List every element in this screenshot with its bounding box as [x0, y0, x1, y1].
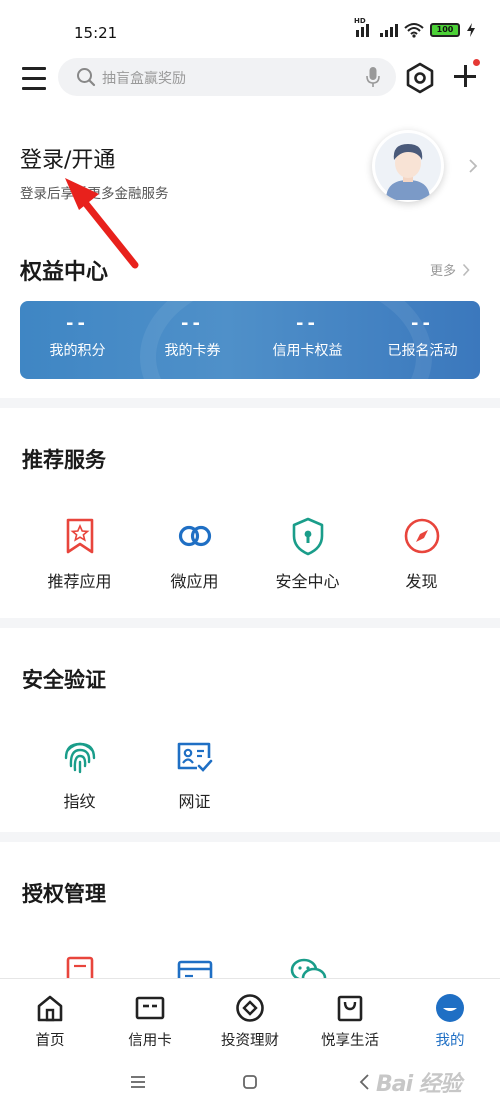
nav-label: 首页 [35, 1033, 65, 1049]
credit-card-icon [135, 996, 165, 1020]
search-input[interactable]: 抽盲盒赢奖励 [58, 58, 396, 96]
shield-lock-icon [292, 517, 323, 556]
compass-icon [404, 518, 439, 554]
authorization-section: 授权管理 [0, 842, 500, 978]
nav-label: 我的 [435, 1033, 465, 1049]
profile-section: 登录/开通 登录后享受更多金融服务 权益中心 更多 -- 我的积分 -- 我的卡… [0, 110, 500, 398]
auth-document-item[interactable] [22, 954, 137, 978]
profile-active-icon [436, 994, 464, 1022]
network-id-item[interactable]: 网证 [137, 736, 252, 812]
hamburger-menu-icon[interactable] [22, 67, 48, 91]
home-icon [37, 995, 63, 1022]
investment-icon [236, 994, 264, 1022]
nav-credit-card[interactable]: 信用卡 [100, 979, 200, 1058]
fingerprint-item[interactable]: 指纹 [22, 736, 137, 812]
status-bar: 15:21 HD 100 [0, 0, 500, 50]
top-bar: 抽盲盒赢奖励 [0, 50, 500, 110]
security-center-item[interactable]: 安全中心 [250, 516, 365, 592]
grid-label: 推荐应用 [47, 572, 112, 591]
benefit-points[interactable]: -- 我的积分 [20, 301, 135, 379]
more-link[interactable]: 更多 [430, 260, 470, 279]
recent-apps-icon[interactable] [130, 1074, 146, 1090]
wechat-icon [290, 958, 326, 978]
security-section: 安全验证 指纹 网证 [0, 628, 500, 832]
status-icons: HD 100 [354, 17, 476, 38]
benefit-credit-card-rights[interactable]: -- 信用卡权益 [250, 301, 365, 379]
section-title: 授权管理 [22, 882, 106, 906]
hd-badge: HD [354, 17, 366, 25]
nav-label: 投资理财 [221, 1033, 279, 1049]
user-avatar-icon[interactable] [372, 130, 444, 202]
signal-icon: HD [354, 17, 374, 37]
login-open-link[interactable]: 登录/开通 [20, 142, 115, 174]
document-icon [66, 956, 93, 978]
benefit-label: 信用卡权益 [272, 343, 343, 359]
grid-label: 发现 [405, 572, 438, 591]
section-title: 安全验证 [22, 668, 106, 692]
battery-indicator: 100 [430, 23, 460, 37]
benefit-value: -- [411, 313, 434, 334]
nav-label: 信用卡 [128, 1033, 172, 1049]
id-card-check-icon [177, 742, 212, 772]
baidu-watermark: Bai 经验 [376, 1072, 462, 1097]
wifi-icon [404, 23, 424, 38]
status-time: 15:21 [74, 24, 118, 42]
link-rings-icon [178, 525, 211, 547]
benefit-value: -- [66, 313, 89, 334]
benefit-card: -- 我的积分 -- 我的卡券 -- 信用卡权益 -- 已报名活动 [20, 301, 480, 379]
auth-wechat-item[interactable] [250, 954, 365, 978]
benefit-label: 我的卡券 [164, 343, 221, 359]
nav-investment[interactable]: 投资理财 [200, 979, 300, 1058]
recommended-apps-item[interactable]: 推荐应用 [22, 516, 137, 592]
login-subtitle: 登录后享受更多金融服务 [20, 186, 169, 202]
benefit-registered-events[interactable]: -- 已报名活动 [365, 301, 480, 379]
home-square-icon[interactable] [242, 1074, 258, 1090]
microphone-icon[interactable] [366, 67, 380, 87]
chevron-right-icon[interactable] [468, 158, 478, 174]
chevron-right-icon [462, 263, 470, 276]
grid-label: 指纹 [63, 792, 96, 811]
back-chevron-icon[interactable] [358, 1074, 370, 1090]
nav-mine[interactable]: 我的 [400, 979, 500, 1058]
benefit-value: -- [296, 313, 319, 334]
benefit-coupons[interactable]: -- 我的卡券 [135, 301, 250, 379]
card-icon [177, 960, 212, 978]
bottom-nav: 首页 信用卡 投资理财 悦享生活 我的 [0, 978, 500, 1058]
benefit-label: 我的积分 [49, 343, 106, 359]
bolt-icon [467, 23, 475, 37]
nav-home[interactable]: 首页 [0, 979, 100, 1058]
fingerprint-icon [64, 742, 95, 774]
recommended-section: 推荐服务 推荐应用 微应用 安全中心 发现 [0, 408, 500, 618]
benefit-label: 已报名活动 [387, 343, 458, 359]
section-title: 推荐服务 [22, 448, 106, 472]
micro-apps-item[interactable]: 微应用 [137, 516, 252, 592]
benefits-title: 权益中心 [20, 260, 109, 285]
search-icon [77, 68, 96, 87]
grid-label: 微应用 [170, 572, 219, 591]
add-button[interactable] [452, 59, 480, 89]
benefit-value: -- [181, 313, 204, 334]
grid-label: 网证 [178, 792, 211, 811]
shopping-bag-icon [337, 995, 363, 1022]
search-placeholder: 抽盲盒赢奖励 [102, 71, 186, 87]
nav-lifestyle[interactable]: 悦享生活 [300, 979, 400, 1058]
nav-label: 悦享生活 [321, 1033, 379, 1049]
auth-card-item[interactable] [137, 954, 252, 978]
discover-item[interactable]: 发现 [364, 516, 479, 592]
star-bookmark-icon [66, 518, 93, 554]
grid-label: 安全中心 [275, 572, 340, 591]
notification-dot [473, 59, 480, 66]
signal-icon-2 [380, 23, 398, 37]
more-label: 更多 [430, 264, 457, 279]
hexagon-settings-icon[interactable] [404, 62, 436, 94]
